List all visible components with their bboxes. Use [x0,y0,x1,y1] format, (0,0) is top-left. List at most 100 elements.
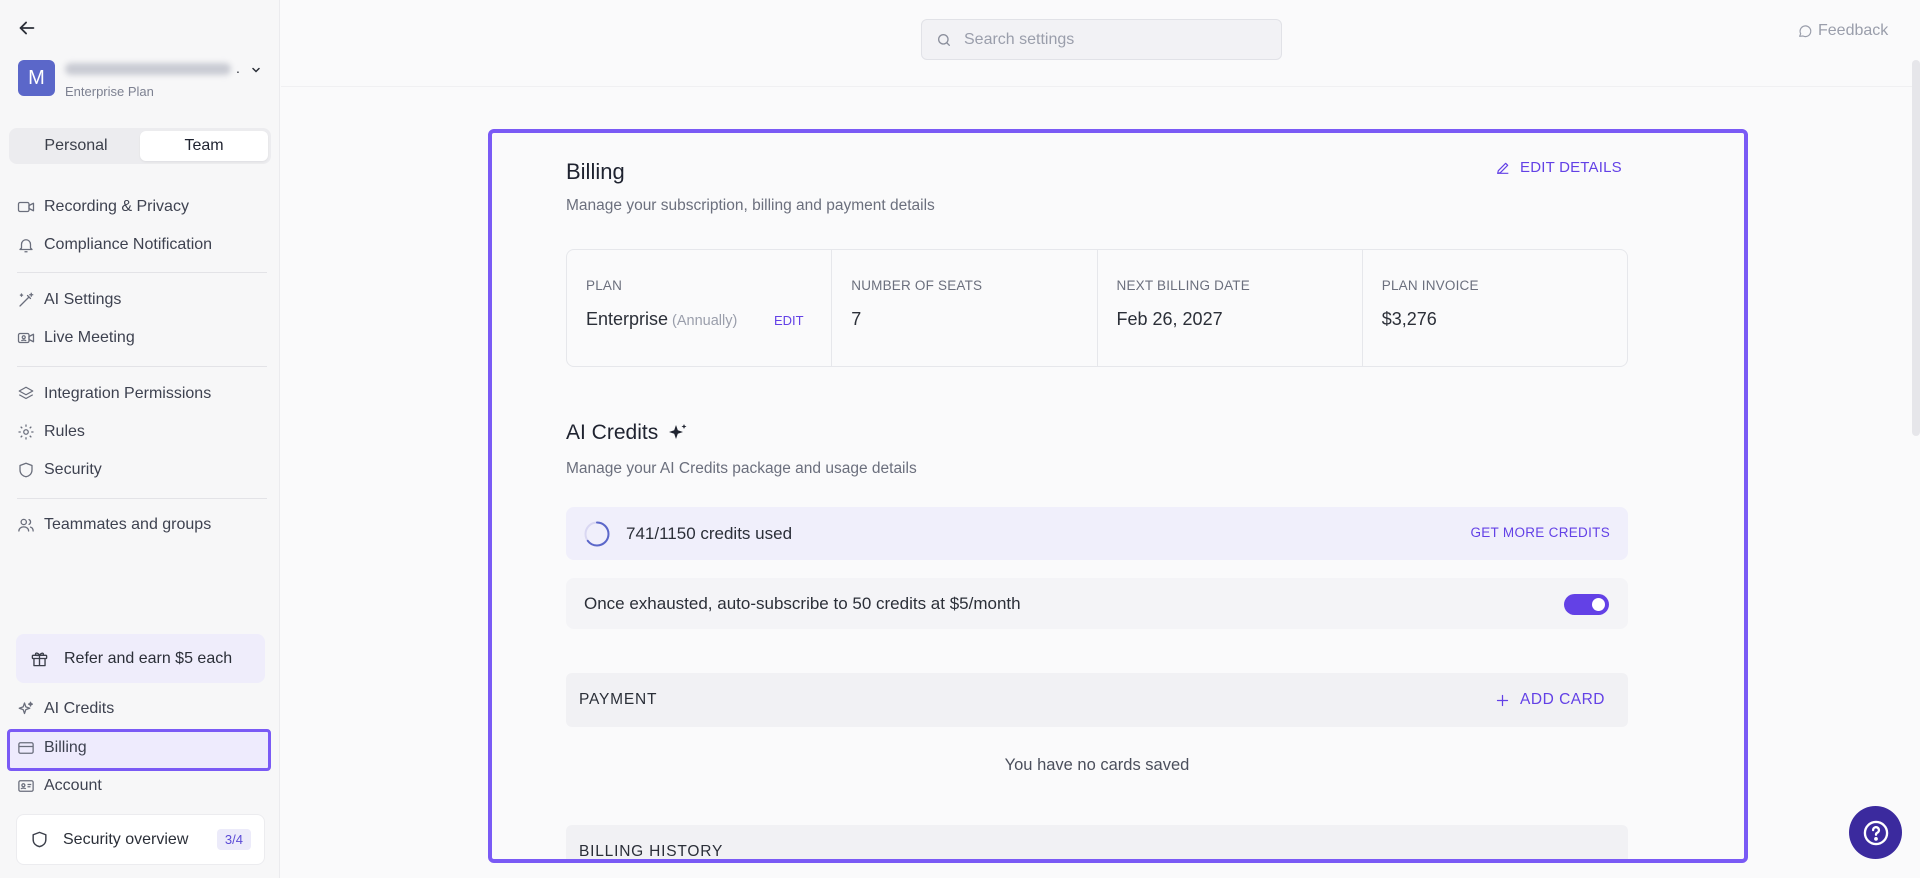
header-divider [281,86,1920,87]
credits-usage-text: 741/1150 credits used [626,523,793,543]
pencil-icon [1495,160,1511,176]
edit-details-label: EDIT DETAILS [1520,159,1622,176]
credits-usage-box: 741/1150 credits used GET MORE CREDITS [566,507,1628,560]
scrollbar-thumb[interactable] [1912,60,1920,436]
sidebar-item-label: AI Credits [44,700,115,717]
shield-icon [30,830,49,849]
sidebar-item-teammates-groups[interactable]: Teammates and groups [17,513,211,537]
feedback-button[interactable]: Feedback [1797,22,1888,40]
credits-progress-ring [584,521,610,546]
sidebar-item-ai-credits[interactable]: AI Credits [17,697,114,721]
sidebar-item-live-meeting[interactable]: Live Meeting [17,326,135,350]
sidebar: M . Enterprise Plan Personal Team Record… [0,0,280,878]
plan-cell: PLAN Enterprise (Annually) EDIT [567,250,833,366]
sidebar-item-security[interactable]: Security [17,458,102,482]
plan-invoice-value: $3,276 [1381,309,1437,329]
id-card-icon [17,777,35,795]
divider [17,366,267,367]
sparkles-icon [17,700,35,718]
security-overview-label: Security overview [63,830,189,848]
billing-history-title: BILLING HISTORY [579,843,724,860]
plan-invoice-cell: PLAN INVOICE $3,276 [1363,250,1627,366]
payment-section-header: PAYMENT ADD CARD [566,673,1628,727]
gift-icon [30,649,49,668]
edit-details-button[interactable]: EDIT DETAILS [1495,159,1622,176]
seats-cell: NUMBER OF SEATS 7 [832,250,1098,366]
auto-subscribe-toggle[interactable] [1564,594,1609,615]
security-progress-badge: 3/4 [216,829,251,850]
help-button[interactable] [1849,806,1902,859]
sidebar-item-label: Account [44,777,102,794]
chat-bubble-icon [1797,23,1813,39]
next-billing-value: Feb 26, 2027 [1116,309,1223,329]
payment-title: PAYMENT [579,691,658,708]
personal-team-toggle: Personal Team [9,128,271,164]
ai-credits-subtitle: Manage your AI Credits package and usage… [566,460,917,477]
page-title: Billing [566,159,625,184]
divider [17,498,267,499]
sidebar-item-account[interactable]: Account [17,774,102,798]
add-card-button[interactable]: ADD CARD [1495,691,1605,709]
plan-summary-card: PLAN Enterprise (Annually) EDIT NUMBER OF… [566,249,1628,367]
billing-panel: Billing Manage your subscription, billin… [488,129,1748,863]
security-overview-button[interactable]: Security overview 3/4 [16,814,265,865]
refer-label: Refer and earn $5 each [64,649,233,667]
ai-credits-title: AI Credits [566,421,659,444]
sidebar-item-label: Integration Permissions [44,385,212,402]
back-arrow-icon[interactable] [16,17,38,39]
plan-label: PLAN [586,278,623,293]
plan-period: (Annually) [672,313,738,329]
sidebar-item-label: Teammates and groups [44,516,212,533]
next-billing-cell: NEXT BILLING DATE Feb 26, 2027 [1098,250,1363,366]
account-name-suffix: . [236,60,240,76]
sidebar-item-label: Billing [44,739,87,756]
ai-credits-heading: AI Credits [566,421,690,445]
refer-and-earn-button[interactable]: Refer and earn $5 each [16,634,265,683]
account-switcher[interactable]: M . Enterprise Plan [18,60,268,100]
next-billing-label: NEXT BILLING DATE [1116,278,1250,293]
divider [17,272,267,273]
sidebar-item-label: AI Settings [44,291,122,308]
sidebar-item-label: Rules [44,423,85,440]
get-more-credits-button[interactable]: GET MORE CREDITS [1470,525,1610,540]
billing-subtitle: Manage your subscription, billing and pa… [566,197,935,214]
sidebar-item-label: Live Meeting [44,329,135,346]
sidebar-item-label: Security [44,461,102,478]
search-settings [921,19,1282,60]
sidebar-item-compliance-notification[interactable]: Compliance Notification [17,233,212,257]
chevron-down-icon[interactable] [250,64,262,76]
sidebar-item-label: Compliance Notification [44,236,213,253]
seats-label: NUMBER OF SEATS [851,278,983,293]
auto-subscribe-label: Once exhausted, auto-subscribe to 50 cre… [584,593,1021,613]
sidebar-item-billing[interactable]: Billing [17,736,87,760]
account-plan: Enterprise Plan [65,84,154,99]
tab-team[interactable]: Team [140,131,268,161]
search-input[interactable] [964,30,1264,49]
toggle-knob [1592,598,1605,611]
billing-history-header: BILLING HISTORY [566,825,1628,860]
users-icon [17,516,35,534]
gear-icon [17,423,35,441]
edit-plan-link[interactable]: EDIT [774,313,804,328]
sidebar-item-rules[interactable]: Rules [17,420,85,444]
shield-icon [17,461,35,479]
sidebar-item-integration-permissions[interactable]: Integration Permissions [17,382,211,406]
plan-name: Enterprise [586,309,669,329]
sparkles-icon [666,421,690,445]
auto-subscribe-row: Once exhausted, auto-subscribe to 50 cre… [566,578,1628,629]
plus-icon [1495,693,1510,708]
layers-icon [17,385,35,403]
search-icon [936,32,952,48]
no-cards-message: You have no cards saved [1004,756,1190,774]
video-camera-icon [17,198,35,216]
magic-wand-icon [17,291,35,309]
feedback-label: Feedback [1818,22,1889,39]
sidebar-item-label: Recording & Privacy [44,198,189,215]
tab-personal[interactable]: Personal [12,131,140,161]
sidebar-item-recording-privacy[interactable]: Recording & Privacy [17,195,189,219]
plan-invoice-label: PLAN INVOICE [1381,278,1479,293]
sidebar-item-ai-settings[interactable]: AI Settings [17,288,121,312]
add-card-label: ADD CARD [1520,691,1605,708]
seats-value: 7 [851,309,862,329]
video-meeting-icon [17,329,35,347]
